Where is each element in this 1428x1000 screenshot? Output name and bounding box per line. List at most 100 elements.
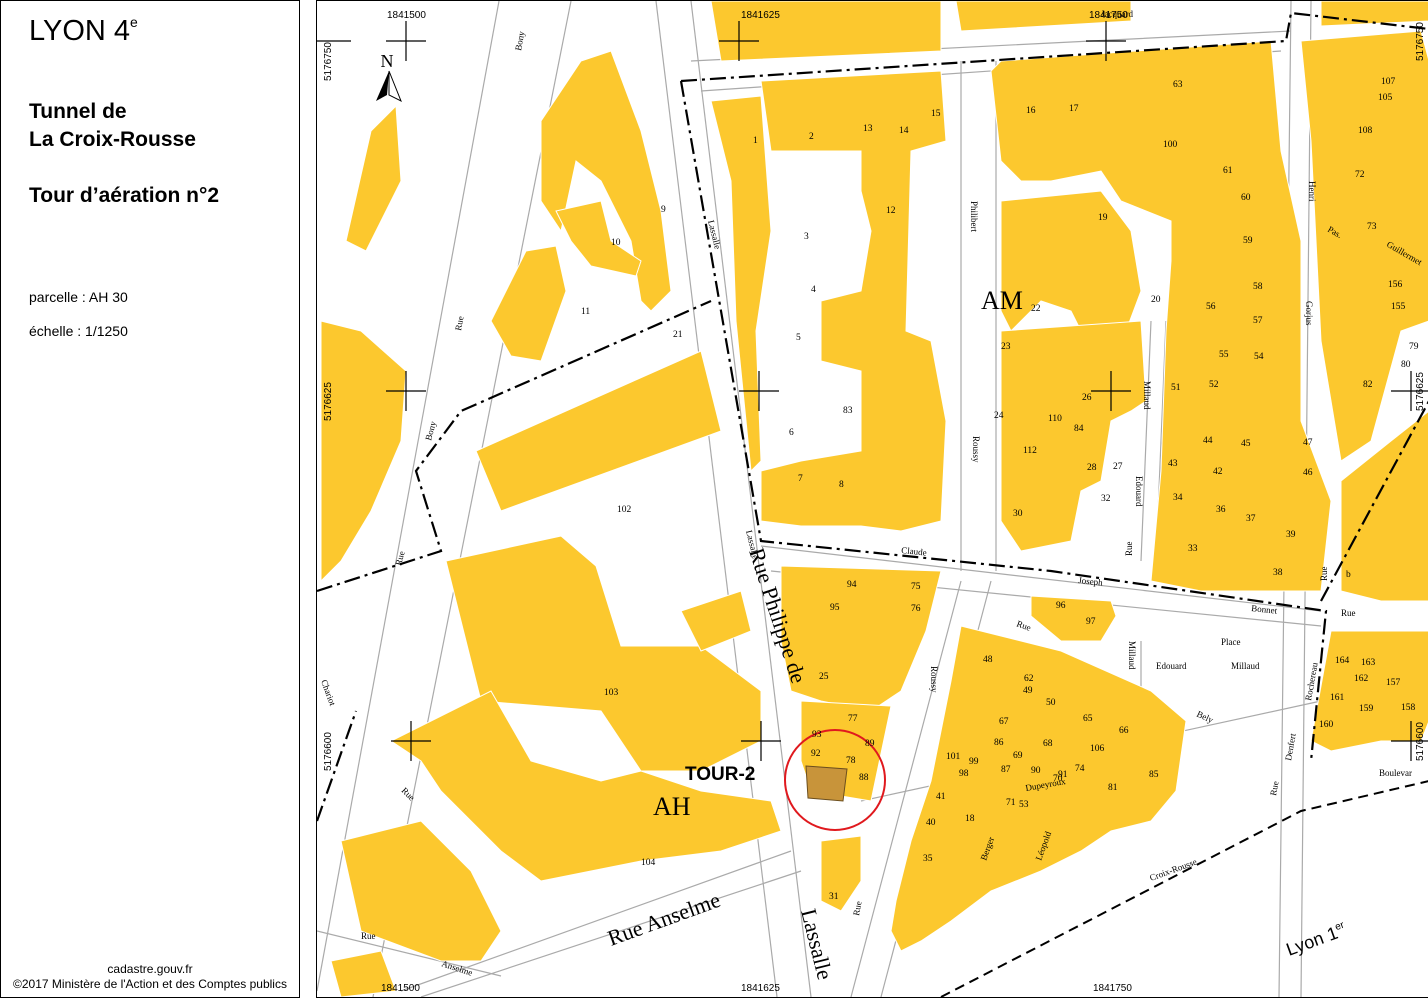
title-line-2: La Croix-Rousse xyxy=(29,128,196,151)
parcel-number: 57 xyxy=(1253,316,1263,326)
parcel-number: 60 xyxy=(1241,193,1251,203)
parcel-number: 16 xyxy=(1026,106,1036,116)
street-millaud-2: Millaud xyxy=(1127,641,1137,670)
parcel-number: 82 xyxy=(1363,380,1373,390)
parcel-number: 86 xyxy=(994,738,1004,748)
parcel-number: 28 xyxy=(1087,463,1097,473)
parcel-number: 97 xyxy=(1086,617,1096,627)
parcel-number: 3 xyxy=(804,232,809,242)
parcel-number: 54 xyxy=(1254,352,1264,362)
parcel-number: 84 xyxy=(1074,424,1084,434)
coord-y3-left: 5176600 xyxy=(323,732,334,771)
parcel-number: 42 xyxy=(1213,467,1223,477)
parcel-number: 78 xyxy=(846,756,856,766)
parcel-number: 50 xyxy=(1046,698,1056,708)
parcel-number: 162 xyxy=(1354,674,1369,684)
parcel-number: 5 xyxy=(796,333,801,343)
parcel-number: 112 xyxy=(1023,446,1037,456)
parcel-number: 81 xyxy=(1108,783,1118,793)
parcel-number: 75 xyxy=(911,582,921,592)
parcel-number: 91 xyxy=(1058,770,1068,780)
parcel-number: 21 xyxy=(673,330,683,340)
parcel-number: 68 xyxy=(1043,739,1053,749)
parcel-number: 105 xyxy=(1378,93,1393,103)
parcel-number: 34 xyxy=(1173,493,1183,503)
parcel-number: 161 xyxy=(1330,693,1345,703)
parcel-number: 160 xyxy=(1319,720,1334,730)
parcel-number: 101 xyxy=(946,752,961,762)
parcel-number: 6 xyxy=(789,428,794,438)
parcel-number: 25 xyxy=(819,672,829,682)
parcel-number: 159 xyxy=(1359,704,1374,714)
parcel-number: 39 xyxy=(1286,530,1296,540)
parcel-number: 8 xyxy=(839,480,844,490)
coord-y2-left: 5176625 xyxy=(323,382,334,421)
parcel-number: 164 xyxy=(1335,656,1350,666)
parcel-number: 155 xyxy=(1391,302,1406,312)
parcel-number: 10 xyxy=(611,238,621,248)
parcel-number: 38 xyxy=(1273,568,1283,578)
street-henri: Henri xyxy=(1307,181,1317,202)
parcel-number: 72 xyxy=(1355,170,1365,180)
highlighted-parcel-ah30[interactable] xyxy=(805,765,848,802)
coord-x3-bottom: 1841750 xyxy=(1093,983,1132,994)
parcel-number: 53 xyxy=(1019,800,1029,810)
parcel-number: 56 xyxy=(1206,302,1216,312)
parcel-number: 19 xyxy=(1098,213,1108,223)
parcel-number: 163 xyxy=(1361,658,1376,668)
parcel-label: parcelle : AH 30 xyxy=(29,289,128,305)
parcel-number: 17 xyxy=(1069,104,1079,114)
parcel-number: 65 xyxy=(1083,714,1093,724)
parcel-number: 110 xyxy=(1048,414,1062,424)
parcel-number: 46 xyxy=(1303,468,1313,478)
parcel-number: 47 xyxy=(1303,438,1313,448)
parcel-number: 31 xyxy=(829,892,839,902)
parcel-number: 11 xyxy=(581,307,590,317)
parcel-number: 14 xyxy=(899,126,909,136)
parcel-number: 4 xyxy=(811,285,816,295)
street-gorjus: Gorjus xyxy=(1304,301,1314,326)
street-edouard: Edouard xyxy=(1134,476,1144,507)
parcel-number: 40 xyxy=(926,818,936,828)
parcel-number: 94 xyxy=(847,580,857,590)
scale-label: échelle : 1/1250 xyxy=(29,323,128,339)
copyright-label: ©2017 Ministère de l'Action et des Compt… xyxy=(13,977,287,991)
parcel-number: 35 xyxy=(923,854,933,864)
street-rue-small-4: Rue xyxy=(361,931,376,941)
parcel-number: 93 xyxy=(812,730,822,740)
parcel-number: 79 xyxy=(1409,342,1419,352)
section-am-label: AM xyxy=(981,286,1023,315)
parcel-number: 83 xyxy=(843,406,853,416)
parcel-number: 30 xyxy=(1013,509,1023,519)
parcel-number: 43 xyxy=(1168,459,1178,469)
parcel-number: 59 xyxy=(1243,236,1253,246)
street-roussy: Roussy xyxy=(971,436,981,463)
parcel-number: 49 xyxy=(1023,686,1033,696)
parcel-number: 63 xyxy=(1173,80,1183,90)
street-boulevar: Boulevar xyxy=(1379,768,1412,778)
parcel-number: 1 xyxy=(753,136,758,146)
coord-x1-bottom: 1841500 xyxy=(381,983,420,994)
parcel-number: 71 xyxy=(1006,798,1016,808)
source-label: cadastre.gouv.fr xyxy=(107,962,193,976)
coord-y3-right: 5176600 xyxy=(1415,722,1426,761)
parcel-number: 15 xyxy=(931,109,941,119)
parcel-number: 62 xyxy=(1024,674,1034,684)
parcel-number: 73 xyxy=(1367,222,1377,232)
street-jacquard: Jacquard xyxy=(1101,9,1133,19)
parcel-number: 33 xyxy=(1188,544,1198,554)
parcel-number: 74 xyxy=(1075,764,1085,774)
parcel-number: 13 xyxy=(863,124,873,134)
street-millaud-3: Millaud xyxy=(1231,661,1260,671)
parcel-number: 12 xyxy=(886,206,896,216)
parcel-number: 7 xyxy=(798,474,803,484)
parcel-number: 89 xyxy=(865,739,875,749)
parcel-number: 92 xyxy=(811,749,821,759)
parcel-number: 106 xyxy=(1090,744,1105,754)
parcel-number: 58 xyxy=(1253,282,1263,292)
parcel-number: 158 xyxy=(1401,703,1416,713)
parcel-number: 96 xyxy=(1056,601,1066,611)
cadastral-map[interactable]: N 1841500 1841625 1841750 1841500 184162… xyxy=(316,0,1428,998)
coord-y1-right: 5176750 xyxy=(1415,22,1426,61)
parcel-number: 18 xyxy=(965,814,975,824)
